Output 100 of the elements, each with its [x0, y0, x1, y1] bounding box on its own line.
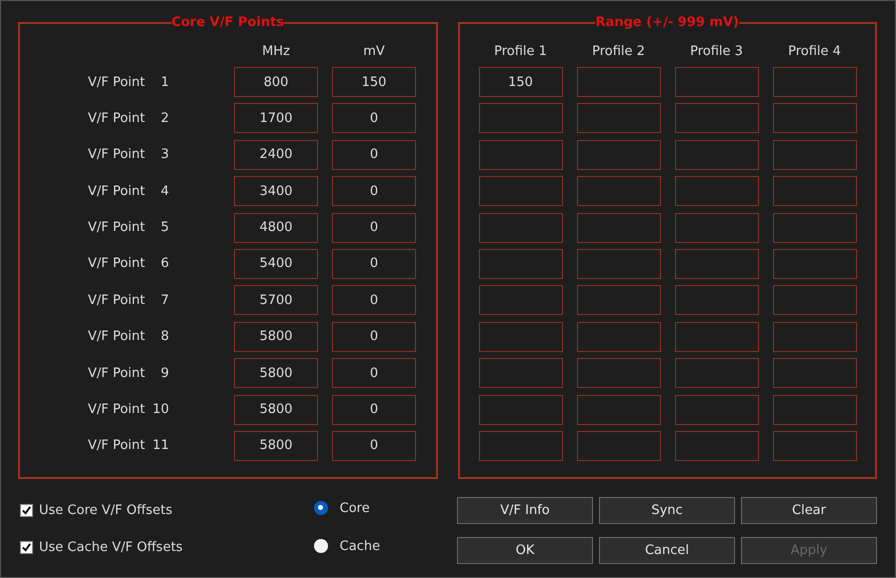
input-field[interactable]: 4800: [234, 212, 318, 243]
input-field[interactable]: [772, 176, 856, 206]
radio-label: Cache: [340, 538, 380, 554]
input-field[interactable]: 5400: [234, 248, 318, 279]
dialog-button[interactable]: OK: [457, 537, 593, 564]
row-label: V/F Point: [88, 147, 145, 162]
input-field[interactable]: [772, 212, 856, 243]
row-number: 1: [160, 74, 169, 90]
row-label: V/F Point: [88, 256, 145, 272]
input-field[interactable]: 0: [332, 285, 416, 316]
input-field[interactable]: 1700: [234, 103, 318, 134]
input-field[interactable]: [772, 103, 856, 134]
input-field[interactable]: [576, 285, 660, 316]
input-field[interactable]: 5700: [234, 285, 318, 316]
input-field[interactable]: [478, 430, 562, 461]
input-field[interactable]: 3400: [234, 176, 318, 206]
input-field[interactable]: 800: [234, 67, 318, 97]
input-field[interactable]: [478, 322, 562, 352]
input-field[interactable]: [576, 103, 660, 134]
input-field[interactable]: [674, 430, 758, 461]
checkbox-label: Use Cache V/F Offsets: [39, 540, 183, 554]
input-field[interactable]: 150: [332, 67, 416, 97]
input-field[interactable]: 150: [478, 67, 562, 97]
dialog-button[interactable]: Sync: [599, 497, 735, 524]
input-field[interactable]: [478, 285, 562, 316]
input-field[interactable]: [576, 394, 660, 425]
row-number: 6: [160, 256, 169, 272]
dialog-button[interactable]: Clear: [741, 497, 877, 524]
input-field[interactable]: [674, 322, 758, 352]
input-field[interactable]: [576, 67, 660, 97]
column-header: MHz: [261, 44, 291, 58]
input-field[interactable]: [772, 285, 856, 316]
input-field[interactable]: [576, 176, 660, 206]
input-field[interactable]: 5800: [234, 394, 318, 425]
input-field[interactable]: 5800: [234, 322, 318, 352]
input-field[interactable]: 5800: [234, 430, 318, 461]
input-field[interactable]: [674, 176, 758, 206]
radio-button[interactable]: [314, 539, 328, 553]
input-field[interactable]: [674, 285, 758, 316]
row-label: V/F Point: [88, 110, 145, 126]
row-number: 9: [160, 366, 169, 381]
input-field[interactable]: [674, 67, 758, 97]
input-field[interactable]: [478, 358, 562, 388]
checkbox[interactable]: [20, 540, 33, 554]
input-field[interactable]: [772, 248, 856, 279]
column-header: Profile 4: [787, 44, 842, 58]
row-label: V/F Point: [88, 74, 145, 90]
input-field[interactable]: 0: [332, 248, 416, 279]
input-field[interactable]: [674, 358, 758, 388]
input-field[interactable]: [772, 322, 856, 352]
dialog-button[interactable]: V/F Info: [457, 497, 593, 524]
input-field[interactable]: [576, 430, 660, 461]
input-field[interactable]: 0: [332, 176, 416, 206]
column-header: mV: [362, 44, 386, 58]
input-field[interactable]: [478, 103, 562, 134]
input-field[interactable]: [478, 394, 562, 425]
column-header: Profile 1: [493, 44, 548, 58]
input-field[interactable]: [478, 212, 562, 243]
row-label: V/F Point: [88, 329, 145, 344]
input-field[interactable]: 0: [332, 103, 416, 134]
input-field[interactable]: 0: [332, 430, 416, 461]
input-field[interactable]: [674, 394, 758, 425]
column-header: Profile 2: [591, 44, 646, 58]
input-field[interactable]: 0: [332, 212, 416, 243]
input-field[interactable]: [674, 248, 758, 279]
row-number: 5: [160, 220, 169, 236]
row-label: V/F Point: [88, 184, 145, 199]
input-field[interactable]: 2400: [234, 140, 318, 170]
dialog-button[interactable]: Cancel: [599, 537, 735, 564]
input-field[interactable]: [772, 67, 856, 97]
input-field[interactable]: [576, 248, 660, 279]
row-label: V/F Point: [88, 220, 145, 236]
input-field[interactable]: [772, 430, 856, 461]
checkbox-label: Use Core V/F Offsets: [39, 502, 172, 518]
input-field[interactable]: 0: [332, 140, 416, 170]
row-number: 8: [160, 329, 169, 344]
row-number: 2: [160, 110, 169, 126]
row-label: V/F Point: [88, 366, 145, 381]
input-field[interactable]: 0: [332, 394, 416, 425]
input-field[interactable]: 5800: [234, 358, 318, 388]
radio-label: Core: [340, 500, 370, 516]
input-field[interactable]: [478, 176, 562, 206]
radio-button[interactable]: [314, 501, 328, 515]
input-field[interactable]: [576, 140, 660, 170]
input-field[interactable]: [674, 212, 758, 243]
checkbox[interactable]: [20, 504, 33, 516]
input-field[interactable]: [772, 394, 856, 425]
input-field[interactable]: [674, 140, 758, 170]
input-field[interactable]: [576, 322, 660, 352]
input-field[interactable]: 0: [332, 322, 416, 352]
input-field[interactable]: [478, 248, 562, 279]
row-label: V/F Point: [88, 438, 145, 454]
input-field[interactable]: [576, 358, 660, 388]
group-title: Range (+/- 999 mV): [596, 14, 739, 32]
input-field[interactable]: 0: [332, 358, 416, 388]
input-field[interactable]: [576, 212, 660, 243]
input-field[interactable]: [674, 103, 758, 134]
input-field[interactable]: [772, 358, 856, 388]
input-field[interactable]: [478, 140, 562, 170]
input-field[interactable]: [772, 140, 856, 170]
